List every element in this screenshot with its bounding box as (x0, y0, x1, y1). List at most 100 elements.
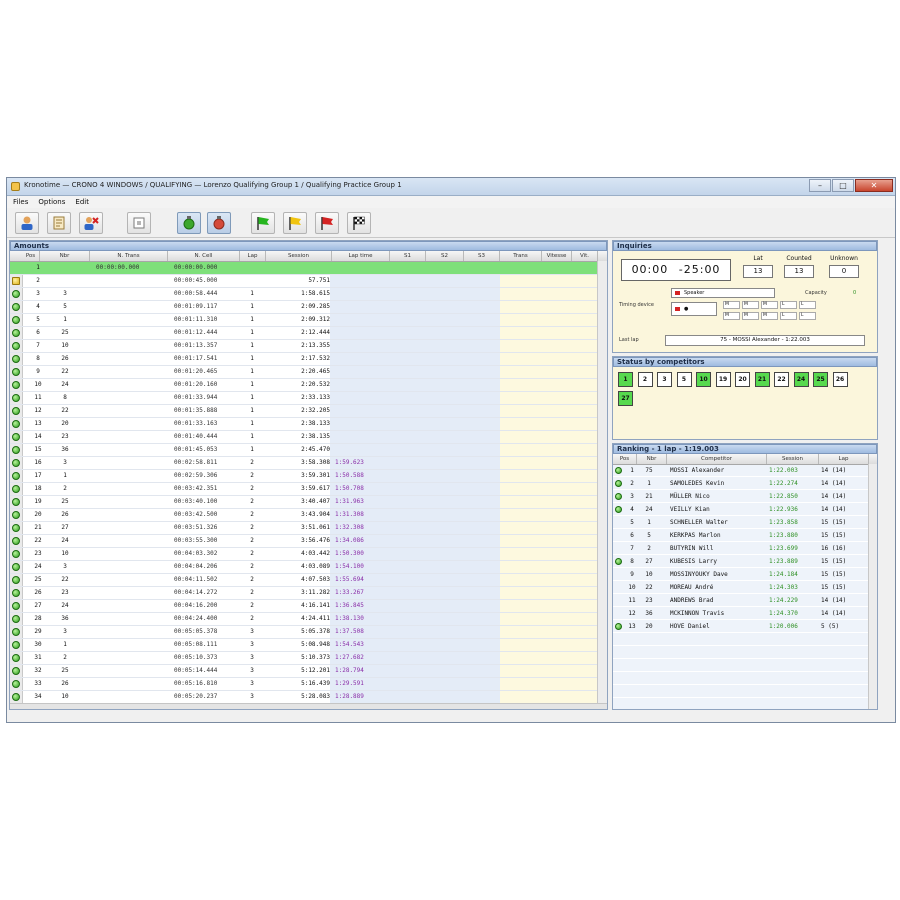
title-bar[interactable]: Kronotime — CRONO 4 WINDOWS / QUALIFYING… (7, 178, 895, 196)
ranking-row[interactable]: 1 75 MOSSI Alexander 1:22.003 14 (14) (613, 465, 869, 478)
stop-button[interactable] (207, 212, 231, 234)
competitor-chip[interactable]: 2 (637, 372, 653, 387)
menu-files[interactable]: Files (13, 196, 28, 208)
menu-edit[interactable]: Edit (75, 196, 89, 208)
ranking-row[interactable]: 8 27 KUBESIS Larry 1:23.889 15 (15) (613, 556, 869, 569)
passing-row[interactable]: 32 25 00:05:14.444 3 5:12.201 1:28.794 (10, 665, 597, 678)
passing-row[interactable]: 28 36 00:04:24.400 2 4:24.411 1:38.130 (10, 613, 597, 626)
export-button[interactable] (127, 212, 151, 234)
menu-options[interactable]: Options (38, 196, 65, 208)
ranking-row[interactable]: 11 23 ANDREWS Brad 1:24.229 14 (14) (613, 595, 869, 608)
competitor-chip[interactable]: 22 (774, 372, 789, 387)
col-vitesse[interactable]: Vitesse (542, 251, 572, 261)
competitor-chip[interactable]: 19 (715, 372, 731, 387)
ranking-row[interactable]: 12 36 MCKINNON Travis 1:24.370 14 (14) (613, 608, 869, 621)
competitor-chip[interactable]: 10 (696, 372, 711, 387)
green-flag-button[interactable] (251, 212, 275, 234)
passing-row[interactable]: 26 23 00:04:14.272 2 3:11.282 1:33.267 (10, 587, 597, 600)
passing-nbr: 23 (61, 433, 69, 440)
passing-row[interactable]: 30 1 00:05:08.111 3 5:08.948 1:54.543 (10, 639, 597, 652)
competitor-chip[interactable]: 21 (754, 372, 770, 387)
passing-row[interactable]: 13 20 00:01:33.163 1 2:38.133 (10, 418, 597, 431)
rk-col-competitor[interactable]: Competitor (667, 454, 767, 464)
col-s1[interactable]: S1 (390, 251, 426, 261)
timing-device-button[interactable]: ● (671, 302, 717, 316)
passing-row[interactable]: 5 1 00:01:11.310 1 2:09.312 (10, 314, 597, 327)
competitor-chip[interactable]: 1 (618, 372, 633, 387)
user-settings-button[interactable] (47, 212, 71, 234)
start-button[interactable] (177, 212, 201, 234)
col-pos[interactable]: Pos (22, 251, 40, 261)
checkered-flag-button[interactable] (347, 212, 371, 234)
passing-row[interactable]: 33 26 00:05:16.810 3 5:16.439 1:29.591 (10, 678, 597, 691)
user-button[interactable] (15, 212, 39, 234)
ranking-row[interactable]: 2 1 SAMOLEDES Kevin 1:22.274 14 (14) (613, 478, 869, 491)
passing-row[interactable]: 31 2 00:05:10.373 3 5:10.373 1:27.682 (10, 652, 597, 665)
passing-row[interactable]: 6 25 00:01:12.444 1 2:12.444 (10, 327, 597, 340)
ranking-row[interactable]: 3 21 MÜLLER Nico 1:22.850 14 (14) (613, 491, 869, 504)
passing-row[interactable]: 3 3 00:00:58.444 1 1:58.615 (10, 288, 597, 301)
col-lap-time[interactable]: Lap time (332, 251, 390, 261)
ranking-row[interactable]: 13 20 HOVE Daniel 1:20.006 5 (5) (613, 621, 869, 634)
competitor-chip[interactable]: 5 (676, 372, 692, 387)
passing-row[interactable]: 29 3 00:05:05.378 3 5:05.378 1:37.508 (10, 626, 597, 639)
ranking-scrollbar[interactable] (868, 464, 877, 709)
rk-col-lap[interactable]: Lap (819, 454, 869, 464)
ranking-row[interactable]: 9 10 MOSSINYOUKY Dave 1:24.184 15 (15) (613, 569, 869, 582)
col-session[interactable]: Session (266, 251, 332, 261)
passing-row[interactable]: 2 00:00:45.000 57.751 (10, 275, 597, 288)
competitor-chip[interactable]: 3 (657, 372, 672, 387)
ranking-row[interactable]: 6 5 KERKPAS Marlon 1:23.880 15 (15) (613, 530, 869, 543)
rk-col-pos[interactable]: Pos (613, 454, 637, 464)
passing-row[interactable]: 19 25 00:03:40.100 2 3:40.407 1:31.963 (10, 496, 597, 509)
col-lap[interactable]: Lap (240, 251, 266, 261)
minimize-button[interactable]: – (809, 179, 831, 192)
col-n-trans[interactable]: N. Trans (90, 251, 168, 261)
ranking-row[interactable]: 4 24 VEILLY Kian 1:22.936 14 (14) (613, 504, 869, 517)
passing-row[interactable]: 18 2 00:03:42.351 2 3:59.617 1:50.708 (10, 483, 597, 496)
passing-row[interactable]: 21 27 00:03:51.326 2 3:51.061 1:32.308 (10, 522, 597, 535)
passing-row[interactable]: 15 36 00:01:45.053 1 2:45.470 (10, 444, 597, 457)
ranking-row[interactable]: 5 1 SCHNELLER Walter 1:23.858 15 (15) (613, 517, 869, 530)
col-vit[interactable]: Vit. (572, 251, 598, 261)
remove-user-button[interactable] (79, 212, 103, 234)
maximize-button[interactable]: □ (832, 179, 854, 192)
passing-row[interactable]: 16 3 00:02:58.811 2 3:58.308 1:59.623 (10, 457, 597, 470)
passing-row[interactable]: 4 5 00:01:09.117 1 2:09.285 (10, 301, 597, 314)
passing-row[interactable]: 8 26 00:01:17.541 1 2:17.532 (10, 353, 597, 366)
ranking-row[interactable]: 10 22 MOREAU André 1:24.303 15 (15) (613, 582, 869, 595)
passing-row[interactable]: 7 10 00:01:13.357 1 2:13.355 (10, 340, 597, 353)
competitor-chip[interactable]: 24 (793, 372, 809, 387)
passings-hscrollbar[interactable] (10, 703, 607, 709)
passing-row[interactable]: 12 22 00:01:35.888 1 2:32.205 (10, 405, 597, 418)
passings-scrollbar[interactable] (597, 261, 607, 709)
rk-col-nbr[interactable]: Nbr (637, 454, 667, 464)
col-trans[interactable]: Trans (500, 251, 542, 261)
passing-row[interactable]: 27 24 00:04:16.200 2 4:16.141 1:36.845 (10, 600, 597, 613)
passing-row[interactable]: 25 22 00:04:11.502 2 4:07.503 1:55.694 (10, 574, 597, 587)
competitor-chip[interactable]: 20 (735, 372, 750, 387)
rk-col-session[interactable]: Session (767, 454, 819, 464)
col-n-cell[interactable]: N. Cell (168, 251, 240, 261)
col-s2[interactable]: S2 (426, 251, 464, 261)
passing-row[interactable]: 23 10 00:04:03.302 2 4:03.442 1:50.300 (10, 548, 597, 561)
passing-row[interactable]: 20 26 00:03:42.500 2 3:43.904 1:31.308 (10, 509, 597, 522)
speaker-button[interactable]: Speaker (671, 288, 775, 298)
close-button[interactable]: ✕ (855, 179, 893, 192)
yellow-flag-button[interactable] (283, 212, 307, 234)
col-nbr[interactable]: Nbr (40, 251, 90, 261)
passing-row[interactable]: 1 00:00:00.000 00:00:00.000 (10, 262, 597, 275)
passing-row[interactable]: 10 24 00:01:20.160 1 2:20.532 (10, 379, 597, 392)
col-s3[interactable]: S3 (464, 251, 500, 261)
ranking-row[interactable]: 7 2 BUTYRIN Will 1:23.699 16 (16) (613, 543, 869, 556)
passing-row[interactable]: 17 1 00:02:59.306 2 3:59.301 1:50.588 (10, 470, 597, 483)
red-flag-button[interactable] (315, 212, 339, 234)
passing-row[interactable]: 14 23 00:01:40.444 1 2:38.135 (10, 431, 597, 444)
competitor-chip[interactable]: 25 (813, 372, 828, 387)
competitor-chip[interactable]: 27 (618, 391, 633, 406)
passing-row[interactable]: 11 8 00:01:33.944 1 2:33.133 (10, 392, 597, 405)
passing-row[interactable]: 22 24 00:03:55.300 2 3:56.476 1:34.086 (10, 535, 597, 548)
passing-row[interactable]: 24 3 00:04:04.206 2 4:03.089 1:54.100 (10, 561, 597, 574)
passing-row[interactable]: 9 22 00:01:20.465 1 2:20.465 (10, 366, 597, 379)
competitor-chip[interactable]: 26 (832, 372, 848, 387)
